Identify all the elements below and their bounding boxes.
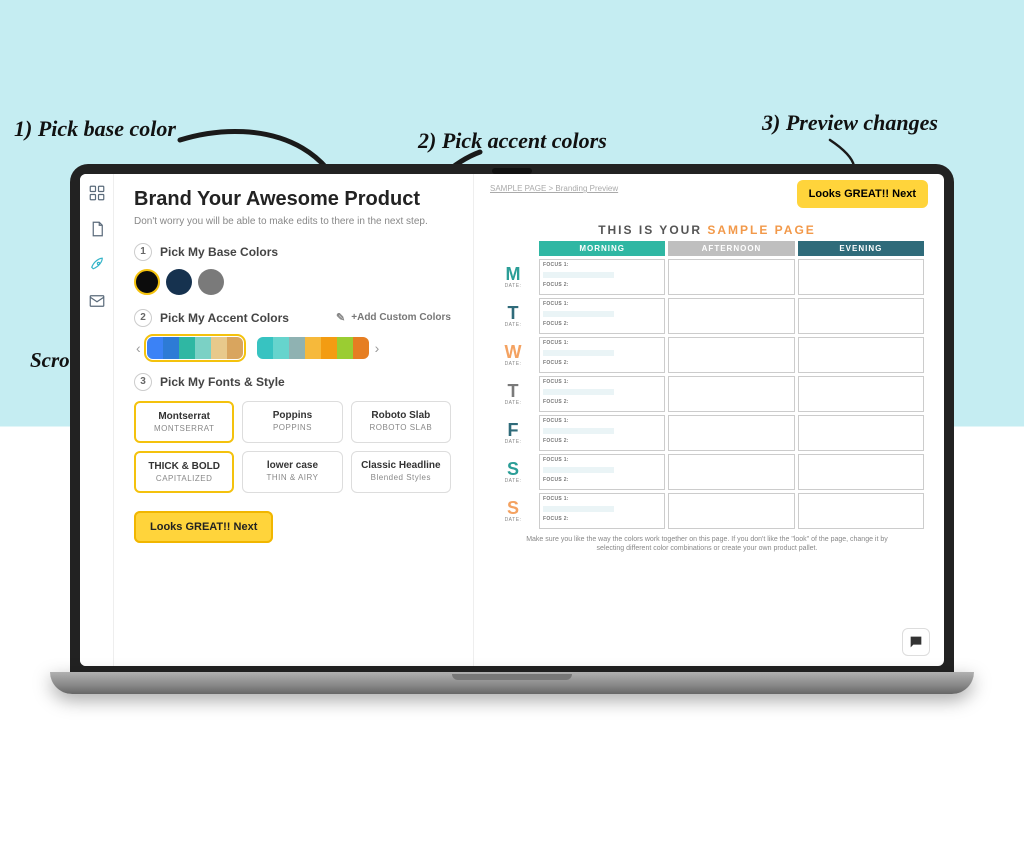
accent-chip	[257, 337, 273, 359]
weekday-row: SDATE:FOCUS 1:FOCUS 2:	[490, 454, 924, 490]
weekday-row: FDATE:FOCUS 1:FOCUS 2:	[490, 415, 924, 451]
step-label-1: Pick My Base Colors	[160, 245, 278, 259]
weekday-row: TDATE:FOCUS 1:FOCUS 2:	[490, 376, 924, 412]
accent-chip	[337, 337, 353, 359]
style-card[interactable]: Classic HeadlineBlended Styles	[351, 451, 451, 493]
focus-cell	[798, 415, 924, 451]
focus-cell	[668, 415, 794, 451]
mail-icon[interactable]	[88, 292, 106, 310]
weekday-row: SDATE:FOCUS 1:FOCUS 2:	[490, 493, 924, 529]
style-card[interactable]: lower caseTHIN & AIRY	[242, 451, 342, 493]
accent-chip	[227, 337, 243, 359]
accent-chip	[289, 337, 305, 359]
preview-col-header: AFTERNOON	[668, 241, 794, 256]
preview-title: THIS IS YOUR SAMPLE PAGE	[490, 223, 924, 237]
focus-cell: FOCUS 1:FOCUS 2:	[539, 259, 665, 295]
step-number-2: 2	[134, 309, 152, 327]
font-card[interactable]: Roboto SlabROBOTO SLAB	[351, 401, 451, 443]
step-label-3: Pick My Fonts & Style	[160, 375, 285, 389]
focus-cell	[668, 376, 794, 412]
accent-palette-2[interactable]	[257, 337, 369, 359]
focus-cell: FOCUS 1:FOCUS 2:	[539, 454, 665, 490]
accent-chip	[179, 337, 195, 359]
focus-cell: FOCUS 1:FOCUS 2:	[539, 415, 665, 451]
add-custom-colors[interactable]: +Add Custom Colors	[351, 312, 451, 323]
laptop-mockup: Brand Your Awesome Product Don't worry y…	[70, 164, 954, 694]
preview-panel: Looks GREAT!! Next SAMPLE PAGE > Brandin…	[474, 174, 944, 666]
accent-chip	[195, 337, 211, 359]
preview-col-header: EVENING	[798, 241, 924, 256]
focus-cell: FOCUS 1:FOCUS 2:	[539, 337, 665, 373]
accent-chip	[273, 337, 289, 359]
accent-chip	[353, 337, 369, 359]
next-button[interactable]: Looks GREAT!! Next	[134, 511, 273, 543]
next-button-top[interactable]: Looks GREAT!! Next	[797, 180, 928, 208]
focus-cell: FOCUS 1:FOCUS 2:	[539, 376, 665, 412]
apps-icon[interactable]	[88, 184, 106, 202]
accent-chip	[163, 337, 179, 359]
preview-disclaimer: Make sure you like the way the colors wo…	[490, 535, 924, 553]
base-color-swatch[interactable]	[166, 269, 192, 295]
accent-palette-1[interactable]	[147, 337, 243, 359]
accent-chip	[305, 337, 321, 359]
document-icon[interactable]	[88, 220, 106, 238]
app-screen: Brand Your Awesome Product Don't worry y…	[80, 174, 944, 666]
base-color-swatch[interactable]	[134, 269, 160, 295]
scroll-right-button[interactable]: ›	[373, 340, 382, 356]
focus-cell	[668, 493, 794, 529]
focus-cell	[798, 337, 924, 373]
style-card[interactable]: THICK & BOLDCAPITALIZED	[134, 451, 234, 493]
focus-cell	[798, 376, 924, 412]
scroll-left-button[interactable]: ‹	[134, 340, 143, 356]
accent-chip	[321, 337, 337, 359]
sidebar	[80, 174, 114, 666]
focus-cell	[668, 259, 794, 295]
weekday-row: WDATE:FOCUS 1:FOCUS 2:	[490, 337, 924, 373]
focus-cell	[668, 454, 794, 490]
step-label-2: Pick My Accent Colors	[160, 311, 289, 325]
section-accent-colors: 2 Pick My Accent Colors ✎ +Add Custom Co…	[134, 309, 451, 359]
page-subtitle: Don't worry you will be able to make edi…	[134, 215, 451, 229]
focus-cell	[798, 454, 924, 490]
focus-cell	[668, 298, 794, 334]
rocket-icon[interactable]	[88, 256, 106, 274]
base-color-swatch[interactable]	[198, 269, 224, 295]
weekday-row: MDATE:FOCUS 1:FOCUS 2:	[490, 259, 924, 295]
focus-cell	[798, 298, 924, 334]
section-base-colors: 1 Pick My Base Colors	[134, 243, 451, 295]
page-title: Brand Your Awesome Product	[134, 188, 451, 211]
focus-cell: FOCUS 1:FOCUS 2:	[539, 298, 665, 334]
eyedropper-icon[interactable]: ✎	[336, 311, 345, 324]
weekday-row: TDATE:FOCUS 1:FOCUS 2:	[490, 298, 924, 334]
preview-col-header: MORNING	[539, 241, 665, 256]
focus-cell	[798, 259, 924, 295]
accent-chip	[211, 337, 227, 359]
brand-settings-panel: Brand Your Awesome Product Don't worry y…	[114, 174, 474, 666]
focus-cell: FOCUS 1:FOCUS 2:	[539, 493, 665, 529]
focus-cell	[668, 337, 794, 373]
chat-icon[interactable]	[902, 628, 930, 656]
font-card[interactable]: PoppinsPOPPINS	[242, 401, 342, 443]
step-number-1: 1	[134, 243, 152, 261]
focus-cell	[798, 493, 924, 529]
step-number-3: 3	[134, 373, 152, 391]
font-card[interactable]: MontserratMONTSERRAT	[134, 401, 234, 443]
section-fonts-style: 3 Pick My Fonts & Style MontserratMONTSE…	[134, 373, 451, 493]
accent-chip	[147, 337, 163, 359]
